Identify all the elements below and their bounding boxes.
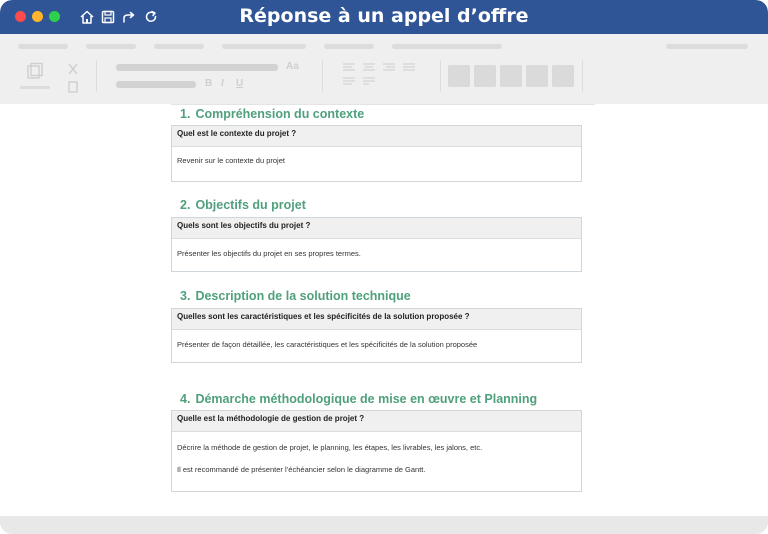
ribbon-tab[interactable] — [392, 44, 502, 49]
share-icon[interactable] — [120, 8, 138, 26]
answer-line: Présenter de façon détaillée, les caract… — [177, 340, 478, 349]
ribbon-tab[interactable] — [86, 44, 136, 49]
answer-spacer — [177, 453, 576, 465]
question-cell[interactable]: Quels sont les objectifs du projet ? — [172, 218, 581, 239]
minimize-window-button[interactable] — [32, 11, 43, 22]
section-heading-2: 2. Objectifs du projet — [180, 198, 306, 212]
question-table-2: Quels sont les objectifs du projet ? Pré… — [171, 217, 582, 272]
section-title: Description de la solution technique — [195, 289, 411, 303]
section-heading-4: 4. Démarche méthodologique de mise en œuv… — [180, 392, 537, 406]
question-cell[interactable]: Quelles sont les caractéristiques et les… — [172, 309, 581, 330]
refresh-icon[interactable] — [142, 8, 160, 26]
underline-button[interactable]: U — [236, 78, 243, 89]
style-swatch[interactable] — [500, 65, 522, 87]
home-icon[interactable] — [78, 8, 96, 26]
section-heading-3: 3. Description de la solution technique — [180, 289, 411, 303]
section-number: 1. — [180, 107, 191, 121]
ribbon-tab[interactable] — [666, 44, 748, 49]
toolbar-separator — [322, 60, 323, 92]
ribbon-tab[interactable] — [222, 44, 306, 49]
ribbon-tab[interactable] — [324, 44, 374, 49]
answer-line: Décrire la méthode de gestion de projet,… — [177, 443, 483, 452]
style-swatch[interactable] — [474, 65, 496, 87]
paragraph-align-icons[interactable] — [343, 62, 433, 92]
window-title: Réponse à un appel d’offre — [239, 5, 529, 27]
style-swatch[interactable] — [552, 65, 574, 87]
answer-line: Revenir sur le contexte du projet — [177, 156, 285, 165]
font-size-button[interactable]: Aa — [286, 61, 299, 72]
font-size-select[interactable] — [116, 81, 196, 88]
section-number: 2. — [180, 198, 191, 212]
ribbon-tab[interactable] — [18, 44, 68, 49]
style-swatch[interactable] — [526, 65, 548, 87]
maximize-window-button[interactable] — [49, 11, 60, 22]
question-table-3: Quelles sont les caractéristiques et les… — [171, 308, 582, 363]
page-top-edge — [171, 104, 595, 105]
answer-cell[interactable]: Présenter les objectifs du projet en ses… — [172, 239, 581, 259]
section-title: Démarche méthodologique de mise en œuvre… — [195, 392, 538, 406]
save-icon[interactable] — [99, 8, 117, 26]
section-title: Compréhension du contexte — [195, 107, 365, 121]
answer-line: Il est recommandé de présenter l’échéanc… — [177, 465, 426, 474]
paste-icon[interactable] — [26, 62, 44, 80]
ribbon-toolbar: Aa B I U — [0, 34, 768, 104]
paste-label — [20, 86, 50, 89]
question-table-1: Quel est le contexte du projet ? Revenir… — [171, 125, 582, 182]
answer-cell[interactable]: Revenir sur le contexte du projet — [172, 147, 581, 166]
section-title: Objectifs du projet — [195, 198, 306, 212]
bold-button[interactable]: B — [205, 78, 212, 89]
cut-icon[interactable] — [66, 62, 80, 76]
answer-line: Présenter les objectifs du projet en ses… — [177, 249, 361, 258]
close-window-button[interactable] — [15, 11, 26, 22]
question-table-4: Quelle est la méthodologie de gestion de… — [171, 410, 582, 492]
toolbar-separator — [440, 60, 441, 92]
title-bar: Réponse à un appel d’offre — [0, 0, 768, 34]
question-cell[interactable]: Quelle est la méthodologie de gestion de… — [172, 411, 581, 432]
toolbar-separator — [582, 60, 583, 92]
italic-button[interactable]: I — [221, 78, 224, 89]
ribbon-tab[interactable] — [154, 44, 204, 49]
status-bar — [0, 516, 768, 534]
toolbar-separator — [96, 60, 97, 92]
document-page[interactable]: 1. Compréhension du contexte Quel est le … — [0, 104, 768, 516]
question-cell[interactable]: Quel est le contexte du projet ? — [172, 126, 581, 147]
section-heading-1: 1. Compréhension du contexte — [180, 107, 364, 121]
answer-cell[interactable]: Décrire la méthode de gestion de projet,… — [172, 432, 581, 475]
font-name-select[interactable] — [116, 64, 278, 71]
section-number: 3. — [180, 289, 191, 303]
style-swatch[interactable] — [448, 65, 470, 87]
answer-cell[interactable]: Présenter de façon détaillée, les caract… — [172, 330, 581, 350]
app-window: Réponse à un appel d’offre Aa B I U 1. C… — [0, 0, 768, 534]
section-number: 4. — [180, 392, 191, 406]
copy-icon[interactable] — [66, 80, 80, 94]
